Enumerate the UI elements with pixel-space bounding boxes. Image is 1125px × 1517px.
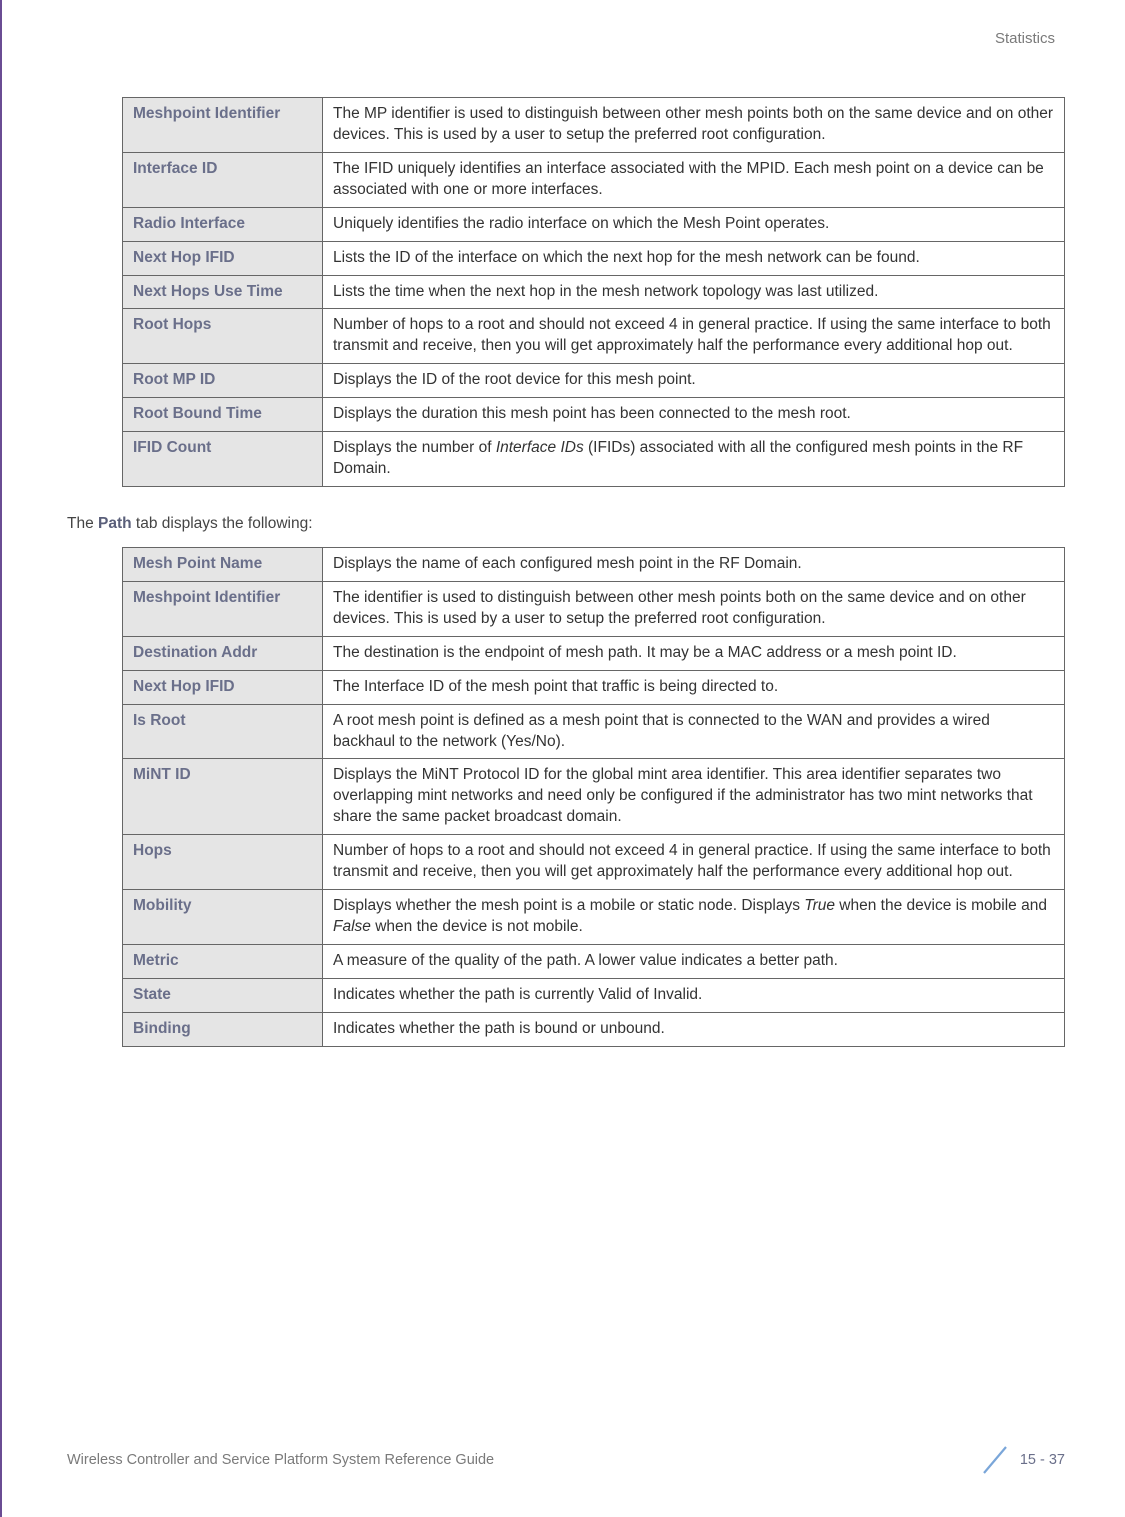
table-row: MiNT ID Displays the MiNT Protocol ID fo… [123, 759, 1065, 835]
row-desc: The identifier is used to distinguish be… [323, 581, 1065, 636]
row-label: Radio Interface [123, 207, 323, 241]
row-label: IFID Count [123, 432, 323, 487]
row-label: Metric [123, 944, 323, 978]
table-row: Meshpoint Identifier The MP identifier i… [123, 98, 1065, 153]
table-row: Interface ID The IFID uniquely identifie… [123, 152, 1065, 207]
row-desc: Displays the MiNT Protocol ID for the gl… [323, 759, 1065, 835]
page: Statistics Meshpoint Identifier The MP i… [0, 0, 1125, 1517]
table-row: Root Bound Time Displays the duration th… [123, 398, 1065, 432]
table-row: Root MP ID Displays the ID of the root d… [123, 364, 1065, 398]
row-label: MiNT ID [123, 759, 323, 835]
text: The [67, 515, 98, 532]
row-desc: The destination is the endpoint of mesh … [323, 636, 1065, 670]
row-label: Mesh Point Name [123, 547, 323, 581]
paragraph-path: The Path tab displays the following: [67, 515, 1065, 533]
table-row: Binding Indicates whether the path is bo… [123, 1012, 1065, 1046]
page-number: 15 - 37 [1020, 1452, 1065, 1468]
row-label: Binding [123, 1012, 323, 1046]
table-row: Hops Number of hops to a root and should… [123, 835, 1065, 890]
row-desc: Displays the name of each configured mes… [323, 547, 1065, 581]
bold-text: Path [98, 515, 132, 532]
table-row: Root Hops Number of hops to a root and s… [123, 309, 1065, 364]
row-label: Next Hop IFID [123, 670, 323, 704]
table-row: Destination Addr The destination is the … [123, 636, 1065, 670]
row-label: Next Hops Use Time [123, 275, 323, 309]
row-desc: Uniquely identifies the radio interface … [323, 207, 1065, 241]
text: tab displays the following: [132, 515, 313, 532]
row-desc: The IFID uniquely identifies an interfac… [323, 152, 1065, 207]
row-desc: Lists the time when the next hop in the … [323, 275, 1065, 309]
row-desc: A root mesh point is defined as a mesh p… [323, 704, 1065, 759]
table-row: IFID Count Displays the number of Interf… [123, 432, 1065, 487]
row-label: State [123, 978, 323, 1012]
row-label: Interface ID [123, 152, 323, 207]
row-label: Root MP ID [123, 364, 323, 398]
text: when the device is not mobile. [371, 918, 583, 935]
row-desc: Displays whether the mesh point is a mob… [323, 890, 1065, 945]
footer-title: Wireless Controller and Service Platform… [67, 1452, 494, 1468]
table-path: Mesh Point Name Displays the name of eac… [122, 547, 1065, 1047]
table-row: Mobility Displays whether the mesh point… [123, 890, 1065, 945]
row-desc: Displays the ID of the root device for t… [323, 364, 1065, 398]
italic-text: False [333, 918, 371, 935]
table-row: Is Root A root mesh point is defined as … [123, 704, 1065, 759]
text: when the device is mobile and [835, 897, 1047, 914]
row-label: Meshpoint Identifier [123, 98, 323, 153]
slash-icon [978, 1443, 1012, 1477]
table-row: Meshpoint Identifier The identifier is u… [123, 581, 1065, 636]
italic-text: True [804, 897, 835, 914]
footer-page: 15 - 37 [978, 1443, 1065, 1477]
row-label: Mobility [123, 890, 323, 945]
text: Displays the number of [333, 439, 496, 456]
table-row: Radio Interface Uniquely identifies the … [123, 207, 1065, 241]
table-row: Next Hops Use Time Lists the time when t… [123, 275, 1065, 309]
row-label: Root Bound Time [123, 398, 323, 432]
row-label: Destination Addr [123, 636, 323, 670]
row-desc: Displays the number of Interface IDs (IF… [323, 432, 1065, 487]
row-desc: Displays the duration this mesh point ha… [323, 398, 1065, 432]
text: Displays whether the mesh point is a mob… [333, 897, 804, 914]
row-label: Meshpoint Identifier [123, 581, 323, 636]
row-label: Next Hop IFID [123, 241, 323, 275]
row-label: Is Root [123, 704, 323, 759]
table-row: Mesh Point Name Displays the name of eac… [123, 547, 1065, 581]
table-device-general: Meshpoint Identifier The MP identifier i… [122, 97, 1065, 487]
row-label: Root Hops [123, 309, 323, 364]
table-row: Metric A measure of the quality of the p… [123, 944, 1065, 978]
table-row: Next Hop IFID The Interface ID of the me… [123, 670, 1065, 704]
row-desc: A measure of the quality of the path. A … [323, 944, 1065, 978]
row-desc: Lists the ID of the interface on which t… [323, 241, 1065, 275]
page-footer: Wireless Controller and Service Platform… [2, 1443, 1125, 1477]
table-row: Next Hop IFID Lists the ID of the interf… [123, 241, 1065, 275]
row-desc: The MP identifier is used to distinguish… [323, 98, 1065, 153]
row-desc: Indicates whether the path is bound or u… [323, 1012, 1065, 1046]
row-desc: Number of hops to a root and should not … [323, 309, 1065, 364]
table-row: State Indicates whether the path is curr… [123, 978, 1065, 1012]
header-section: Statistics [67, 0, 1065, 97]
row-desc: Indicates whether the path is currently … [323, 978, 1065, 1012]
row-desc: Number of hops to a root and should not … [323, 835, 1065, 890]
italic-text: Interface IDs [496, 439, 584, 456]
row-desc: The Interface ID of the mesh point that … [323, 670, 1065, 704]
row-label: Hops [123, 835, 323, 890]
